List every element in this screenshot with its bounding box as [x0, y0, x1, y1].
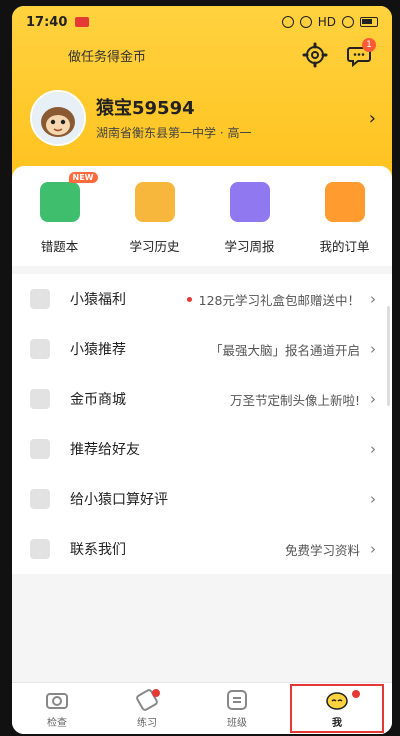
tab-label: 练习	[137, 717, 157, 729]
camera-icon	[46, 692, 68, 709]
menu-label: 金币商城	[70, 392, 126, 408]
menu-label: 小猿福利	[70, 292, 126, 308]
gear-icon	[302, 42, 328, 68]
monkey-avatar-icon	[32, 92, 84, 144]
chevron-right-icon: ›	[370, 290, 376, 308]
menu-label: 给小猿口算好评	[70, 492, 168, 508]
shortcut-wrong-answer-book[interactable]: NEW 错题本	[12, 166, 107, 266]
shortcut-label: 错题本	[40, 239, 79, 254]
mail-icon	[30, 389, 50, 409]
menu-label: 小猿推荐	[70, 342, 126, 358]
menu-item-recommend[interactable]: 小猿推荐 「最强大脑」报名通道开启 ›	[12, 324, 392, 374]
shortcut-study-history[interactable]: 学习历史	[107, 166, 202, 266]
menu-item-welfare[interactable]: 小猿福利 128元学习礼盒包邮赠送中！ ›	[12, 274, 392, 324]
menu-item-coin-mall[interactable]: 金币商城 万圣节定制头像上新啦! ›	[12, 374, 392, 424]
menu-subtext: 万圣节定制头像上新啦!	[229, 392, 360, 408]
menu-list: 小猿福利 128元学习礼盒包邮赠送中！ › 小猿推荐 「最强大脑」报名通道开启 …	[12, 274, 392, 574]
tab-label: 检查	[47, 717, 67, 729]
tab-me[interactable]: 我	[290, 684, 384, 733]
scrollbar[interactable]	[387, 306, 390, 406]
menu-item-contact-us[interactable]: 联系我们 免费学习资料 ›	[12, 524, 392, 574]
red-dot	[186, 296, 192, 302]
battery-icon	[360, 17, 378, 27]
chevron-right-icon: ›	[368, 108, 376, 129]
bottom-tab-bar: 检查 练习 班级 我	[12, 682, 392, 734]
menu-subtext: 128元学习礼盒包邮赠送中！	[186, 290, 360, 309]
shortcut-label: 学习周报	[224, 239, 275, 254]
people-icon	[30, 439, 50, 459]
new-badge: NEW	[68, 172, 98, 183]
chevron-right-icon: ›	[370, 340, 376, 358]
chevron-right-icon: ›	[370, 440, 376, 458]
network-type: HD	[317, 15, 336, 29]
status-icons: HD	[281, 15, 378, 29]
signal-icon	[342, 16, 354, 28]
chevron-right-icon: ›	[370, 490, 376, 508]
tab-label: 班级	[227, 717, 247, 729]
menu-subtext-text: 128元学习礼盒包邮赠送中！	[198, 292, 360, 308]
menu-subtext: 「最强大脑」报名通道开启	[209, 342, 360, 358]
status-bar: 17:40 HD	[12, 6, 392, 38]
gift-icon	[30, 289, 50, 309]
tab-practice[interactable]: 练习	[102, 683, 192, 734]
app-screen: 17:40 HD 做任务得金币 1 猿宝59594 湖南省衡东县第一中学 · 高…	[12, 6, 392, 734]
menu-item-recommend-friend[interactable]: 推荐给好友 ›	[12, 424, 392, 474]
tab-label: 我	[332, 717, 342, 729]
shortcut-my-orders[interactable]: 我的订单	[297, 166, 392, 266]
wifi-icon	[299, 16, 312, 28]
settings-button[interactable]	[302, 42, 328, 68]
alarm-icon	[281, 16, 294, 28]
my-orders-icon	[324, 182, 365, 222]
chevron-right-icon: ›	[370, 540, 376, 558]
tab-class[interactable]: 班级	[192, 683, 282, 734]
shortcut-weekly-report[interactable]: 学习周报	[202, 166, 297, 266]
study-history-icon	[134, 182, 175, 222]
screen-record-icon	[75, 17, 90, 27]
status-time: 17:40	[26, 14, 68, 30]
weekly-report-icon	[229, 182, 270, 222]
thumbs-up-icon	[30, 489, 50, 509]
school-info: 湖南省衡东县第一中学 · 高一	[96, 126, 252, 140]
profile-card[interactable]: 猿宝59594 湖南省衡东县第一中学 · 高一 ›	[12, 88, 392, 158]
task-coin-link[interactable]: 做任务得金币	[68, 46, 146, 65]
wrong-answer-book-icon: NEW	[39, 172, 98, 222]
shortcut-grid: NEW 错题本 学习历史 学习周报 我的订单	[12, 166, 392, 266]
class-icon	[227, 689, 247, 710]
shortcut-label: 学习历史	[129, 239, 180, 254]
menu-label: 联系我们	[70, 542, 126, 558]
notification-dot	[151, 689, 160, 697]
avatar[interactable]	[30, 90, 86, 146]
message-badge: 1	[362, 38, 376, 52]
username: 猿宝59594	[96, 98, 195, 119]
shortcut-label: 我的订单	[319, 239, 370, 254]
chevron-right-icon: ›	[370, 390, 376, 408]
menu-item-rate-app[interactable]: 给小猿口算好评 ›	[12, 474, 392, 524]
me-icon	[326, 691, 348, 710]
notification-dot	[352, 690, 360, 698]
menu-label: 推荐给好友	[70, 442, 140, 458]
menu-subtext: 免费学习资料	[284, 542, 360, 558]
top-actions: 做任务得金币 1	[12, 38, 392, 70]
chat-icon	[30, 539, 50, 559]
home-icon	[30, 339, 50, 359]
messages-button[interactable]: 1	[346, 38, 376, 68]
tab-check[interactable]: 检查	[12, 683, 102, 734]
